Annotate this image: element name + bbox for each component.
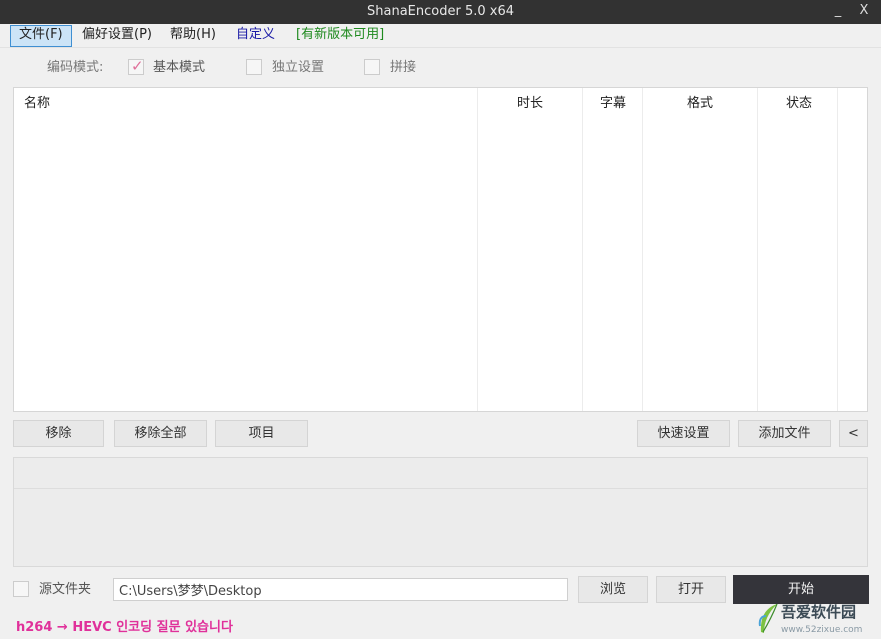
- column-divider: [757, 88, 758, 411]
- basic-mode-label: 基本模式: [153, 60, 206, 75]
- watermark-url: www.52zixue.com: [781, 625, 863, 635]
- column-header-name[interactable]: 名称: [24, 92, 50, 111]
- item-button[interactable]: 项目: [215, 420, 308, 447]
- quick-settings-button[interactable]: 快速设置: [637, 420, 730, 447]
- remove-all-button[interactable]: 移除全部: [114, 420, 207, 447]
- log-panel[interactable]: [13, 457, 868, 567]
- leaf-pen-icon: [758, 603, 778, 633]
- menu-help[interactable]: 帮助(H): [162, 25, 224, 47]
- encoding-mode-label: 编码模式:: [47, 60, 104, 75]
- checkmark-icon: ✓: [131, 57, 144, 75]
- watermark-text: 吾爱软件园: [781, 603, 857, 621]
- column-divider: [837, 88, 838, 411]
- title-bar: ShanaEncoder 5.0 x64 _ X: [0, 0, 881, 24]
- menu-bar: 文件(F) 偏好设置(P) 帮助(H) 自定义 [有新版本可用]: [0, 24, 881, 48]
- browse-button[interactable]: 浏览: [578, 576, 648, 603]
- menu-custom[interactable]: 自定义: [228, 25, 283, 47]
- column-header-subtitle[interactable]: 字幕: [600, 92, 626, 111]
- menu-preferences[interactable]: 偏好设置(P): [74, 25, 160, 47]
- window-title: ShanaEncoder 5.0 x64: [367, 4, 514, 19]
- watermark: 吾爱软件园 www.52zixue.com: [753, 600, 878, 638]
- status-message: h264 → HEVC 인코딩 질문 있습니다: [16, 620, 233, 635]
- source-folder-checkbox[interactable]: [13, 581, 29, 597]
- file-list-table[interactable]: 名称 时长 字幕 格式 状态: [13, 87, 868, 412]
- expand-panel-button[interactable]: <: [839, 420, 868, 447]
- menu-file[interactable]: 文件(F): [10, 25, 72, 47]
- menu-update-available[interactable]: [有新版本可用]: [288, 25, 392, 47]
- basic-mode-checkbox[interactable]: ✓: [128, 57, 144, 75]
- minimize-button[interactable]: _: [826, 0, 850, 24]
- column-divider: [642, 88, 643, 411]
- concat-label: 拼接: [390, 60, 417, 75]
- column-header-status[interactable]: 状态: [786, 92, 812, 111]
- column-header-format[interactable]: 格式: [687, 92, 713, 111]
- output-path-input[interactable]: [113, 578, 568, 601]
- column-divider: [477, 88, 478, 411]
- open-button[interactable]: 打开: [656, 576, 726, 603]
- add-file-button[interactable]: 添加文件: [738, 420, 831, 447]
- concat-checkbox[interactable]: [364, 59, 380, 75]
- remove-button[interactable]: 移除: [13, 420, 104, 447]
- column-divider: [582, 88, 583, 411]
- independent-settings-checkbox[interactable]: [246, 59, 262, 75]
- independent-settings-label: 独立设置: [272, 60, 325, 75]
- log-divider: [14, 488, 867, 489]
- source-folder-label: 源文件夹: [39, 582, 92, 597]
- close-button[interactable]: X: [852, 0, 876, 24]
- column-header-duration[interactable]: 时长: [517, 92, 543, 111]
